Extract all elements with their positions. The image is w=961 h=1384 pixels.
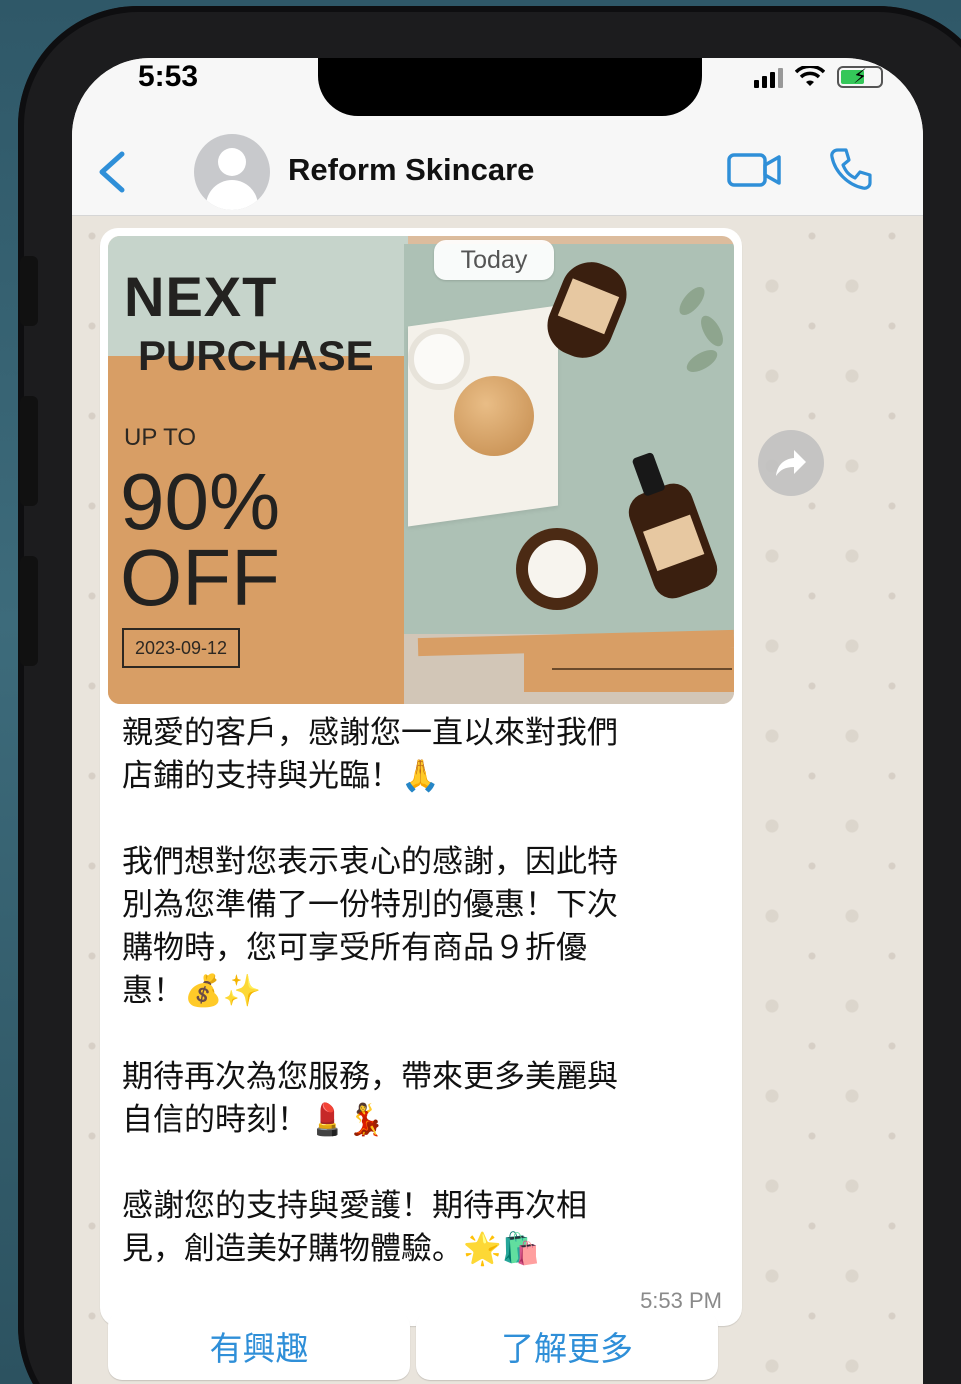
mute-switch xyxy=(20,256,38,326)
promo-heading-purchase: PURCHASE xyxy=(138,332,374,379)
notch xyxy=(318,58,702,116)
message-paragraph: 感謝您的支持與愛護！期待再次相 見，創造美好購物體驗。🌟🛍️ xyxy=(122,1188,587,1267)
status-time: 5:53 xyxy=(138,60,199,93)
white-jar xyxy=(408,328,470,390)
contact-name[interactable]: Reform Skincare xyxy=(288,152,534,188)
message-timestamp: 5:53 PM xyxy=(640,1288,722,1313)
chat-header: 5:53 ⚡ Reform Skincare xyxy=(72,58,923,216)
promo-date: 2023-09-12 xyxy=(122,628,240,668)
back-chevron-icon[interactable] xyxy=(94,150,134,194)
phone-screen: 5:53 ⚡ Reform Skincare NEXT PURCHASE UP … xyxy=(72,58,923,1384)
signal-icon xyxy=(754,66,783,88)
wooden-lid xyxy=(454,376,534,456)
amber-jar xyxy=(516,528,598,610)
quick-reply-interested[interactable]: 有興趣 xyxy=(108,1312,410,1380)
video-call-icon[interactable] xyxy=(726,150,782,190)
contact-avatar[interactable] xyxy=(194,134,270,210)
promo-off: OFF xyxy=(120,533,280,622)
wifi-icon xyxy=(795,66,825,86)
promo-heading-next: NEXT xyxy=(124,265,278,328)
volume-up-button xyxy=(20,396,38,506)
message-paragraph: 親愛的客戶，感謝您一直以來對我們 店鋪的支持與光臨！🙏 xyxy=(122,715,618,794)
forward-button[interactable] xyxy=(758,430,824,496)
promo-image[interactable]: NEXT PURCHASE UP TO 90% OFF 2023-09-12 xyxy=(108,236,734,704)
volume-down-button xyxy=(20,556,38,666)
forward-icon xyxy=(776,450,806,476)
promo-bar-lined xyxy=(524,648,734,692)
message-bubble[interactable]: NEXT PURCHASE UP TO 90% OFF 2023-09-12 T… xyxy=(100,228,742,1326)
promo-up-to: UP TO xyxy=(124,424,197,451)
date-divider: Today xyxy=(434,240,554,280)
message-paragraph: 期待再次為您服務，帶來更多美麗與 自信的時刻！💄💃 xyxy=(122,1059,618,1138)
message-paragraph: 我們想對您表示衷心的感謝，因此特 別為您準備了一份特別的優惠！下次 購物時，您可… xyxy=(122,844,618,1009)
status-icons: ⚡ xyxy=(754,64,883,88)
phone-call-icon[interactable] xyxy=(828,146,874,192)
battery-icon: ⚡ xyxy=(837,64,883,88)
message-text: 親愛的客戶，感謝您一直以來對我們 店鋪的支持與光臨！🙏 我們想對您表示衷心的感謝… xyxy=(122,712,722,1314)
promo-percent: 90% xyxy=(120,457,281,546)
quick-reply-learn-more[interactable]: 了解更多 xyxy=(416,1312,718,1380)
